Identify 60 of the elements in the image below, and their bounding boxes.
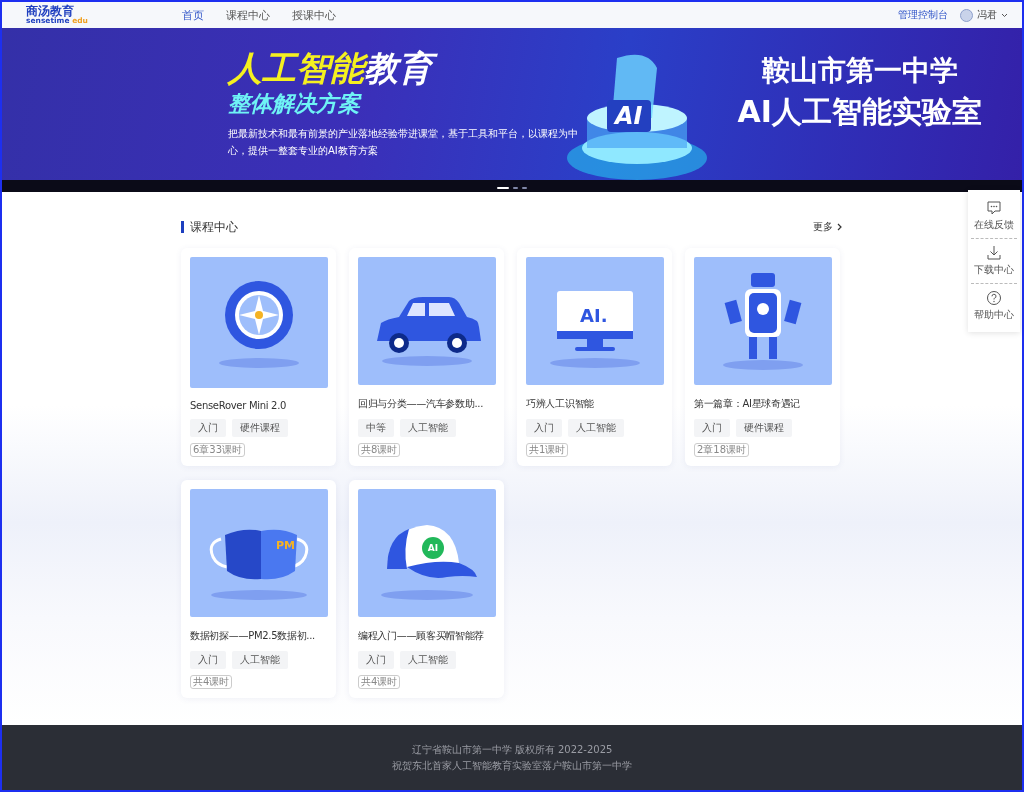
logo-text: 商汤教育 (26, 5, 74, 18)
course-title: 巧辨人工识智能 (526, 397, 595, 411)
course-card[interactable]: AI 编程入门——顾客买帽智能荐 入门 人工智能 共4课时 (349, 480, 504, 698)
course-tag: 入门 (694, 419, 730, 437)
course-title: 编程入门——顾客买帽智能荐 (358, 629, 486, 643)
course-tag: 中等 (358, 419, 394, 437)
course-title: SenseRover Mini 2.0 (190, 400, 288, 411)
nav-tab[interactable]: 首页 (182, 3, 204, 27)
banner-art-label: AI (607, 100, 651, 132)
course-tag: 人工智能 (232, 651, 288, 669)
footer-text: 辽宁省鞍山市第一中学 版权所有 2022-2025 (411, 742, 613, 757)
side-tool-label[interactable]: 在线反馈 (974, 218, 1014, 232)
footer-text: 祝贺东北首家人工智能教育实验室落户鞍山市第一中学 (392, 758, 632, 773)
banner-subtitle: 整体解决方案 (228, 90, 363, 119)
course-card[interactable]: 回归与分类——汽车参数助... 中等 人工智能 共8课时 (349, 248, 504, 466)
side-tool[interactable]: 下载中心 (971, 239, 1017, 284)
lesson-count: 共1课时 (526, 443, 569, 457)
banner-description: 把最新技术和最有前景的产业落地经验带进课堂，基于工具和平台，以课程为中心，提供一整套专业的AI教育方案 (228, 127, 578, 159)
course-tag: 人工智能 (400, 419, 456, 437)
lesson-count: 共4课时 (190, 675, 233, 689)
course-title: 数据初探——PM2.5数据初... (190, 629, 316, 643)
avatar-icon (960, 8, 973, 22)
course-card[interactable]: 第一篇章：AI星球奇遇记 入门 硬件课程 2章18课时 (685, 248, 840, 466)
lesson-count: 6章33课时 (190, 443, 246, 457)
user-name[interactable]: 冯君 (977, 8, 997, 22)
banner-title: 人工智能教育 (228, 50, 562, 88)
course-card[interactable]: SenseRover Mini 2.0 入门 硬件课程 6章33课时 (181, 248, 336, 466)
course-tag: 入门 (190, 651, 226, 669)
nav-tab[interactable]: 授课中心 (292, 3, 336, 27)
more-link[interactable]: 更多 (813, 220, 843, 234)
chat-icon[interactable] (986, 200, 1002, 216)
course-title: 第一篇章：AI星球奇遇记 (694, 397, 802, 411)
course-tag: 入门 (358, 651, 394, 669)
chevron-icon[interactable] (837, 223, 843, 231)
course-card[interactable]: PM 数据初探——PM2.5数据初... 入门 人工智能 共4课时 (181, 480, 336, 698)
school-name: 鞍山市第一中学 (760, 53, 959, 89)
section-title: 课程中心 (181, 221, 238, 233)
course-tag: 入门 (190, 419, 226, 437)
nav-tab[interactable]: 课程中心 (226, 3, 270, 27)
help-icon[interactable] (986, 290, 1002, 306)
course-tag: 硬件课程 (232, 419, 288, 437)
side-tool-label[interactable]: 下载中心 (974, 263, 1014, 277)
course-tag: 入门 (526, 419, 562, 437)
course-title: 回归与分类——汽车参数助... (358, 397, 485, 411)
side-tool-label[interactable]: 帮助中心 (974, 308, 1014, 322)
caret-icon[interactable] (1001, 12, 1008, 18)
course-card[interactable]: AI. 巧辨人工识智能 入门 人工智能 共1课时 (517, 248, 672, 466)
course-tag: 人工智能 (400, 651, 456, 669)
console-link[interactable]: 管理控制台 (898, 8, 948, 22)
image-label: AI. (580, 305, 608, 326)
download-icon[interactable] (986, 245, 1002, 261)
lesson-count: 共4课时 (358, 675, 401, 689)
course-tag: 硬件课程 (736, 419, 792, 437)
image-label: PM (276, 539, 295, 552)
side-tool[interactable]: 帮助中心 (971, 284, 1017, 328)
course-tag: 人工智能 (568, 419, 624, 437)
side-tool[interactable]: 在线反馈 (971, 194, 1017, 239)
lesson-count: 共8课时 (358, 443, 401, 457)
lab-name: AI人工智能实验室 (737, 93, 982, 131)
lesson-count: 2章18课时 (694, 443, 750, 457)
